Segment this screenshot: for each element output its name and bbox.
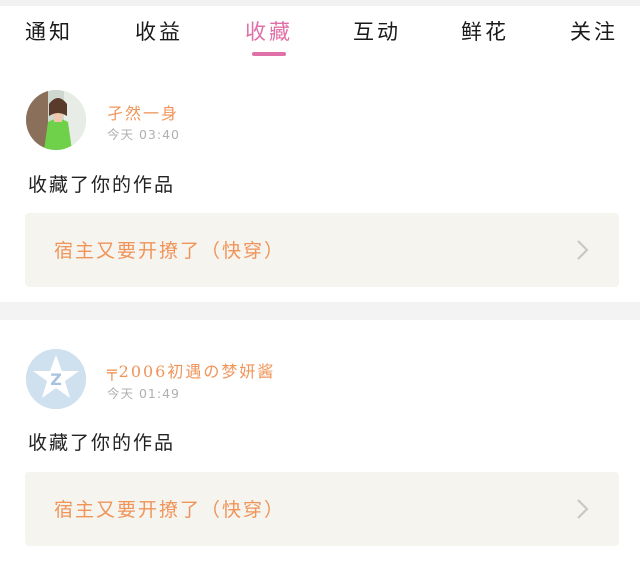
- work-link[interactable]: 宿主又要开撩了（快穿）: [25, 472, 619, 546]
- work-title: 宿主又要开撩了（快穿）: [54, 240, 286, 262]
- tab-earnings[interactable]: 收益: [135, 16, 183, 46]
- action-text: 收藏了你的作品: [28, 174, 176, 196]
- photo-avatar-icon[interactable]: [26, 90, 86, 150]
- section-divider: [0, 302, 640, 320]
- timestamp: 今天 01:49: [107, 386, 180, 401]
- user-name[interactable]: 孑然一身: [107, 100, 179, 124]
- tab-interactions[interactable]: 互动: [353, 16, 401, 46]
- user-name[interactable]: ╤2006初遇の梦妍酱: [107, 358, 275, 382]
- chevron-right-icon: [577, 499, 589, 519]
- work-title: 宿主又要开撩了（快穿）: [54, 499, 286, 521]
- tab-bar: 通知 收益 收藏 互动 鲜花 关注: [0, 6, 640, 60]
- tab-flowers[interactable]: 鲜花: [461, 16, 509, 46]
- notification-item: 孑然一身 今天 03:40 收藏了你的作品 宿主又要开撩了（快穿）: [0, 60, 640, 302]
- action-text: 收藏了你的作品: [28, 432, 176, 454]
- tab-favorites[interactable]: 收藏: [245, 16, 293, 46]
- timestamp: 今天 03:40: [107, 127, 180, 142]
- notification-item: Z ╤2006初遇の梦妍酱 今天 01:49 收藏了你的作品 宿主又要开撩了（快…: [0, 320, 640, 570]
- default-z-avatar-icon[interactable]: Z: [26, 349, 86, 409]
- work-link[interactable]: 宿主又要开撩了（快穿）: [25, 213, 619, 287]
- chevron-right-icon: [577, 240, 589, 260]
- active-tab-indicator: [252, 52, 286, 56]
- tab-following[interactable]: 关注: [570, 16, 618, 46]
- tab-notifications[interactable]: 通知: [25, 16, 73, 46]
- svg-text:Z: Z: [50, 370, 62, 389]
